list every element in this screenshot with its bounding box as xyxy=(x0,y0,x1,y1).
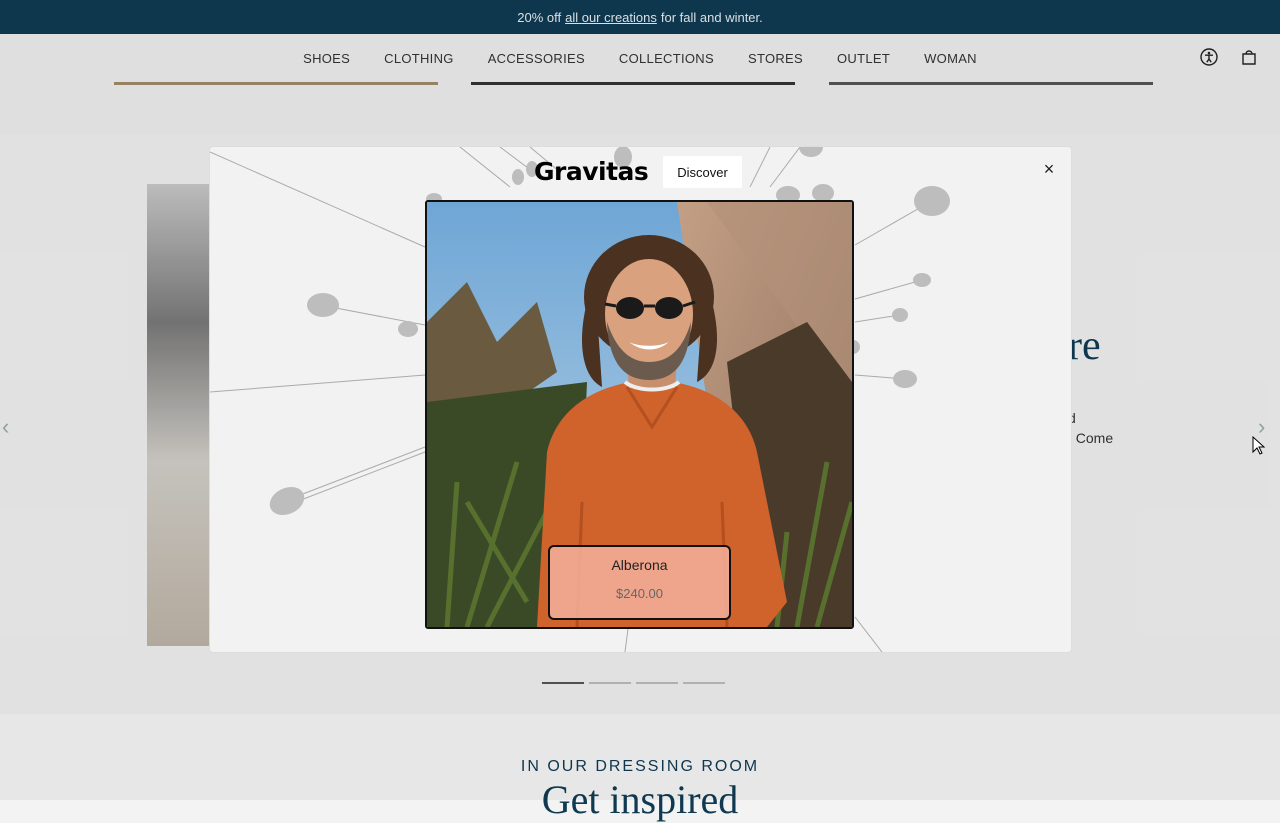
nav-item-stores[interactable]: STORES xyxy=(731,51,820,66)
announcement-prefix: 20% off xyxy=(517,9,562,25)
brand-logo: Gravitas xyxy=(534,157,649,186)
hero-text: d . Come xyxy=(1068,408,1128,448)
mouse-cursor-icon xyxy=(1252,436,1266,455)
header-icons xyxy=(1198,46,1260,68)
product-name: Alberona xyxy=(611,557,668,573)
dressing-room-section: IN OUR DRESSING ROOM Get inspired xyxy=(0,714,1280,822)
hero-title: re xyxy=(1068,323,1101,369)
discover-button[interactable]: Discover xyxy=(663,156,742,188)
promo-modal: Gravitas Discover × Alberona $240.00 xyxy=(210,147,1071,652)
main-nav: SHOES CLOTHING ACCESSORIES COLLECTIONS S… xyxy=(0,34,1280,82)
product-price: $240.00 xyxy=(616,586,663,601)
announcement-bar: 20% off all our creations for fall and w… xyxy=(0,0,1280,34)
section-eyebrow: IN OUR DRESSING ROOM xyxy=(520,758,760,775)
nav-item-woman[interactable]: WOMAN xyxy=(907,51,994,66)
carousel-dot[interactable] xyxy=(542,682,584,684)
product-image-edge xyxy=(829,82,1153,85)
announcement-suffix: for fall and winter. xyxy=(660,9,763,25)
carousel-dot[interactable] xyxy=(589,682,631,684)
close-icon[interactable]: × xyxy=(1039,159,1059,179)
nav-item-outlet[interactable]: OUTLET xyxy=(820,51,907,66)
site-header: SHOES CLOTHING ACCESSORIES COLLECTIONS S… xyxy=(0,34,1280,82)
carousel-prev-icon[interactable]: ‹ xyxy=(2,414,9,440)
carousel-dot[interactable] xyxy=(636,682,678,684)
cart-icon[interactable] xyxy=(1238,46,1260,68)
hero-text-line: . Come xyxy=(1068,430,1114,446)
nav-item-accessories[interactable]: ACCESSORIES xyxy=(471,51,602,66)
carousel-dots xyxy=(542,682,725,684)
hero-text-line: d xyxy=(1068,410,1076,426)
carousel-dot[interactable] xyxy=(683,682,725,684)
product-image-edge xyxy=(471,82,795,85)
product-image-strip xyxy=(0,82,1280,134)
nav-item-clothing[interactable]: CLOTHING xyxy=(367,51,471,66)
announcement-link[interactable]: all our creations xyxy=(565,10,657,25)
nav-item-collections[interactable]: COLLECTIONS xyxy=(602,51,731,66)
nav-item-shoes[interactable]: SHOES xyxy=(286,51,367,66)
product-card[interactable]: Alberona $240.00 xyxy=(548,545,731,620)
product-image-edge xyxy=(114,82,438,85)
accessibility-icon[interactable] xyxy=(1198,46,1220,68)
